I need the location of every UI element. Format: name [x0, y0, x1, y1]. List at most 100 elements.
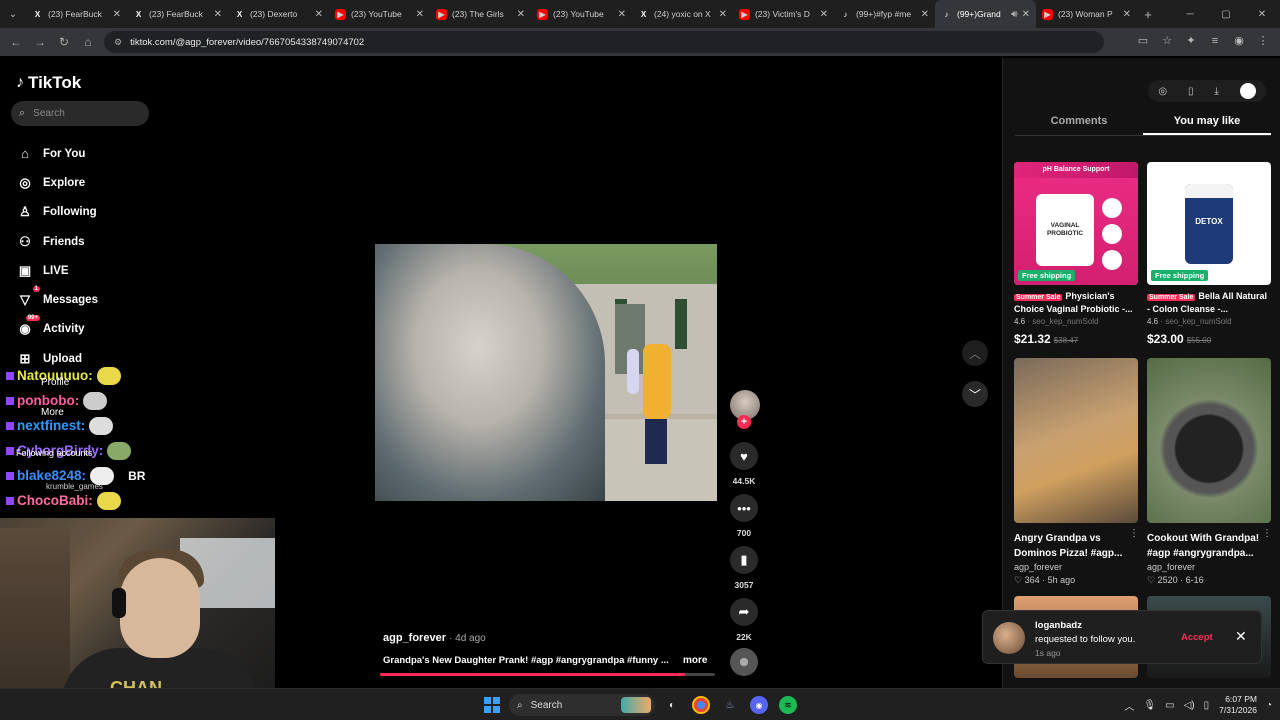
tab-close-icon[interactable]: ✕ [618, 9, 626, 20]
forward-icon[interactable]: → [28, 35, 52, 49]
accept-button[interactable]: Accept [1181, 632, 1213, 643]
tiktok-logo[interactable]: ♪ TikTok [16, 73, 81, 93]
follow-plus-icon[interactable]: + [737, 415, 751, 429]
browser-tab[interactable]: X (24) yoxic on X ✕ [632, 0, 733, 28]
product-card[interactable]: pH Balance Support VAGINAL PROBIOTIC Fre… [1014, 162, 1138, 346]
browser-tab[interactable]: ▶ (23) Victim's D ✕ [733, 0, 834, 28]
back-icon[interactable]: ← [4, 35, 28, 49]
tab-close-icon[interactable]: ✕ [719, 9, 727, 20]
compass-icon[interactable]: ◎ [1158, 86, 1167, 97]
video-options-icon[interactable]: ⋮ [1129, 528, 1139, 539]
tab-audio-icon[interactable]: 🔊︎ [1011, 9, 1017, 20]
sidebar-item-messages[interactable]: ▽ 1 Messages [16, 285, 98, 314]
new-tab-button[interactable]: + [1137, 7, 1159, 22]
profile-icon[interactable]: ◉ [1232, 34, 1246, 48]
avatar[interactable] [993, 622, 1025, 654]
browser-tab[interactable]: ▶ (23) YouTube ✕ [329, 0, 430, 28]
next-video-button[interactable]: ﹀ [962, 381, 988, 407]
product-card[interactable]: DETOX Free shipping Summer Sale Bella All… [1147, 162, 1271, 346]
volume-icon[interactable]: ◁) [1184, 700, 1195, 711]
maximize-icon[interactable]: ▢ [1208, 9, 1244, 20]
youtube-icon: ▶ [1042, 8, 1053, 20]
browser-tab[interactable]: X (23) FearBuck ✕ [127, 0, 228, 28]
minimize-icon[interactable]: ─ [1172, 9, 1208, 20]
tab-comments[interactable]: Comments [1015, 110, 1143, 135]
tab-search-icon[interactable]: ⌄ [0, 0, 26, 28]
browser-tab[interactable]: ▶ (23) The Girls ✕ [430, 0, 531, 28]
sidebar-item-friends[interactable]: ⚇ Friends [16, 227, 98, 256]
reload-icon[interactable]: ↻ [52, 35, 76, 49]
close-icon[interactable]: ✕ [1235, 628, 1247, 645]
following-account-item[interactable]: krumble_games [46, 482, 103, 491]
tab-close-icon[interactable]: ✕ [1123, 9, 1131, 20]
suggested-video-card[interactable]: Cookout With Grandpa! #agp #angrygrandpa… [1147, 358, 1271, 586]
taskbar-clock[interactable]: 6:07 PM 7/31/2026 [1219, 694, 1257, 716]
spotify-icon[interactable]: ≋ [779, 696, 797, 714]
steam-icon[interactable]: ♨ [721, 696, 739, 714]
extensions-icon[interactable]: ✦ [1184, 34, 1198, 48]
sidebar-more-label[interactable]: More [41, 407, 64, 418]
video-player[interactable] [375, 244, 717, 501]
sidebar-item-explore[interactable]: ◎ Explore [16, 168, 98, 197]
comment-button[interactable]: ••• 700 [730, 494, 758, 538]
search-input[interactable]: ⌕ Search [11, 101, 149, 126]
device-icon[interactable]: ▯ [1188, 86, 1194, 97]
sidebar-item-for-you[interactable]: ⌂ For You [16, 139, 98, 168]
sidebar-item-live[interactable]: ▣ LIVE [16, 256, 98, 285]
tab-close-icon[interactable]: ✕ [416, 9, 424, 20]
tray-overflow-icon[interactable]: ︿ [1124, 698, 1134, 713]
notification-bell-icon[interactable]: ◔ [1266, 700, 1272, 711]
right-panel: ◎ ▯ ⤓ Comments You may like pH Balance Su… [1002, 58, 1280, 688]
close-window-icon[interactable]: ✕ [1244, 9, 1280, 20]
windows-start-icon[interactable] [484, 697, 500, 713]
video-options-icon[interactable]: ⋮ [1262, 528, 1272, 539]
sidebar-profile-label[interactable]: Profile [41, 377, 69, 388]
sidebar-item-following[interactable]: ♙ Following [16, 198, 98, 227]
url-field[interactable]: ⚙ tiktok.com/@agp_forever/video/76670543… [104, 31, 1104, 53]
tab-title: (99+)#fyp #me [856, 9, 912, 19]
video-author[interactable]: agp_forever [1147, 562, 1271, 572]
video-author[interactable]: agp_forever [1014, 562, 1138, 572]
browser-tab[interactable]: X (23) FearBuck ✕ [26, 0, 127, 28]
reading-list-icon[interactable]: ≡ [1208, 34, 1222, 48]
browser-tab[interactable]: ▶ (23) YouTube ✕ [531, 0, 632, 28]
music-disc-icon[interactable] [730, 648, 758, 676]
share-button[interactable]: ➦ 22K [730, 598, 758, 642]
menu-icon[interactable]: ⋮ [1256, 34, 1270, 48]
save-button[interactable]: ▮ 3057 [730, 546, 758, 590]
tab-close-icon[interactable]: ✕ [820, 9, 828, 20]
previous-video-button[interactable]: ︿ [962, 340, 988, 366]
obs-icon[interactable]: ◐ [663, 696, 681, 714]
browser-tab[interactable]: ▶ (23) Woman P ✕ [1036, 0, 1137, 28]
chrome-icon[interactable] [692, 696, 710, 714]
bookmark-star-icon[interactable]: ☆ [1160, 34, 1174, 48]
tab-close-icon[interactable]: ✕ [214, 9, 222, 20]
microphone-icon[interactable]: 🎙︎ [1143, 700, 1156, 711]
network-icon[interactable]: ▭ [1165, 700, 1174, 711]
video-caption: Grandpa's New Daughter Prank! #agp #angr… [383, 655, 669, 666]
tab-close-icon[interactable]: ✕ [1022, 9, 1030, 20]
sidebar-item-activity[interactable]: ◉ 99+ Activity [16, 315, 98, 344]
video-author[interactable]: agp_forever · 4d ago [383, 632, 486, 644]
home-icon[interactable]: ⌂ [76, 35, 100, 49]
tab-close-icon[interactable]: ✕ [517, 9, 525, 20]
like-button[interactable]: ♥ 44.5K [730, 442, 758, 486]
tab-close-icon[interactable]: ✕ [113, 9, 121, 20]
discord-icon[interactable]: ◉ [750, 696, 768, 714]
tab-close-icon[interactable]: ✕ [921, 9, 929, 20]
tab-you-may-like[interactable]: You may like [1143, 110, 1271, 135]
theme-toggle[interactable] [1239, 83, 1256, 99]
battery-icon[interactable]: ▯ [1204, 700, 1210, 711]
download-icon[interactable]: ⤓ [1214, 86, 1218, 97]
browser-tab[interactable]: X (23) Dexerto ✕ [228, 0, 329, 28]
tab-close-icon[interactable]: ✕ [315, 9, 323, 20]
site-info-icon[interactable]: ⚙ [114, 37, 122, 48]
cast-icon[interactable]: ▭ [1136, 34, 1150, 48]
taskbar-search[interactable]: ⌕ Search [509, 694, 655, 716]
browser-tab[interactable]: ♪ (99+)Grand 🔊︎ ✕ [935, 0, 1036, 28]
notification-username[interactable]: loganbadz [1035, 620, 1082, 631]
more-button[interactable]: more [683, 655, 707, 666]
video-progress[interactable] [380, 673, 715, 676]
browser-tab[interactable]: ♪ (99+)#fyp #me ✕ [834, 0, 935, 28]
suggested-video-card[interactable]: Angry Grandpa vs Dominos Pizza! #agp... … [1014, 358, 1138, 586]
